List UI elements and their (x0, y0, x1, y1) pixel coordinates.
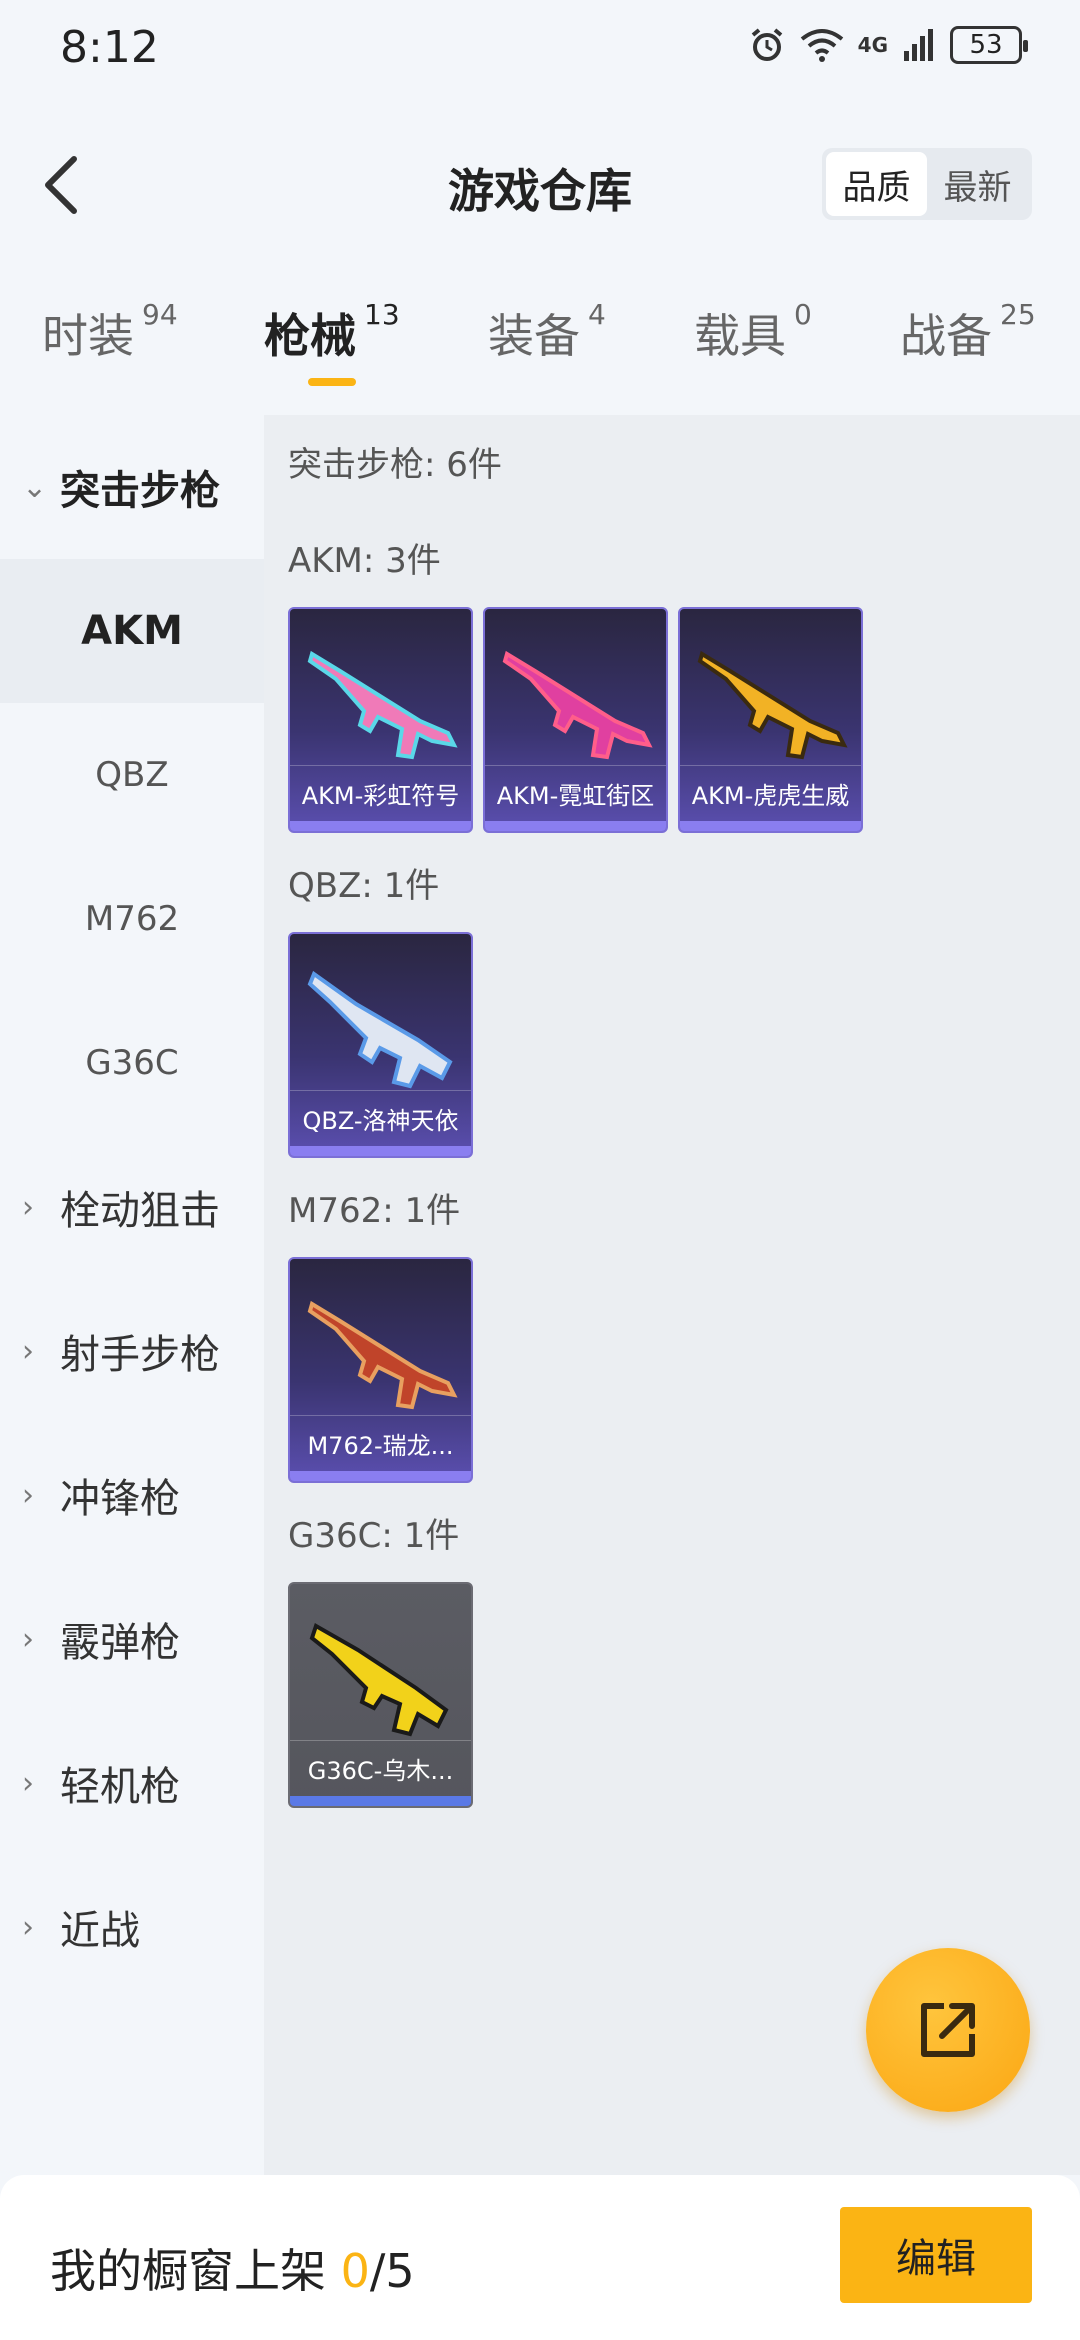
sidebar-category-melee[interactable]: › 近战 (0, 1855, 264, 1999)
rarity-bar (290, 1146, 471, 1156)
rifle-icon (697, 650, 848, 760)
bottom-bar: 我的橱窗上架 0/5 编辑 (0, 2175, 1080, 2340)
weapon-card[interactable]: G36C-乌木... (288, 1582, 473, 1808)
showcase-total: /5 (369, 2244, 415, 2298)
sidebar-category-label: 冲锋枪 (60, 1476, 180, 1522)
status-time: 8:12 (60, 22, 159, 73)
sidebar-item-qbz[interactable]: QBZ (0, 703, 264, 847)
showcase-label: 我的橱窗上架 (50, 2244, 326, 2298)
item-row-qbz: QBZ-洛神天依 (288, 932, 473, 1158)
rarity-bar (290, 821, 471, 831)
weapon-name: G36C-乌木... (290, 1740, 471, 1796)
sidebar-category-label: 突击步枪 (60, 468, 220, 514)
tab-count: 94 (142, 298, 178, 331)
tab-count: 25 (1000, 298, 1036, 331)
chevron-right-icon: › (22, 1765, 34, 1801)
sidebar-category-smg[interactable]: › 冲锋枪 (0, 1423, 264, 1567)
sort-toggle: 品质 最新 (822, 148, 1032, 220)
item-row-m762: M762-瑞龙... (288, 1257, 473, 1483)
active-tab-indicator (308, 378, 356, 386)
sort-quality-button[interactable]: 品质 (826, 152, 927, 216)
battery-indicator: 53 (950, 26, 1028, 64)
tab-firearms[interactable]: 枪械 13 (264, 298, 400, 366)
weapon-card[interactable]: QBZ-洛神天依 (288, 932, 473, 1158)
chevron-right-icon: › (22, 1477, 34, 1513)
alarm-icon (751, 28, 782, 61)
rifle-icon (307, 970, 453, 1089)
rarity-bar (680, 821, 861, 831)
sidebar-category-label: 栓动狙击 (60, 1188, 220, 1234)
rifle-icon (309, 1623, 449, 1737)
group-title-m762: M762: 1件 (288, 1191, 461, 1231)
rifle-icon (307, 1300, 458, 1410)
chevron-right-icon: › (22, 1909, 34, 1945)
tab-count: 13 (364, 298, 400, 331)
chevron-down-icon: ⌄ (22, 469, 48, 505)
sidebar-item-m762[interactable]: M762 (0, 847, 264, 991)
sidebar-category-label: 近战 (60, 1908, 140, 1954)
weapon-list: 突击步枪: 6件 AKM: 3件 AKM-彩虹符号 AKM-霓虹街区 AKM-虎… (264, 415, 1080, 2175)
weapon-name: M762-瑞龙... (290, 1415, 471, 1471)
showcase-count: 0 (340, 2244, 370, 2298)
tab-vehicles[interactable]: 载具 0 (694, 298, 812, 366)
tab-label: 时装 (42, 309, 134, 363)
sidebar-category-label: 轻机枪 (60, 1764, 180, 1810)
tab-label: 装备 (488, 309, 580, 363)
tab-equipment[interactable]: 装备 4 (488, 298, 606, 366)
share-icon (921, 2003, 975, 2057)
weapon-card[interactable]: AKM-虎虎生威 (678, 607, 863, 833)
header: 游戏仓库 品质 最新 (0, 130, 1080, 240)
weapon-name: AKM-彩虹符号 (290, 765, 471, 821)
status-bar: 8:12 4G 53 (0, 0, 1080, 100)
weapon-card[interactable]: AKM-彩虹符号 (288, 607, 473, 833)
sidebar-item-g36c[interactable]: G36C (0, 991, 264, 1135)
chevron-right-icon: › (22, 1189, 34, 1225)
share-button[interactable] (866, 1948, 1030, 2112)
category-summary: 突击步枪: 6件 (288, 445, 502, 485)
group-title-qbz: QBZ: 1件 (288, 866, 440, 906)
chevron-right-icon: › (22, 1621, 34, 1657)
sort-latest-button[interactable]: 最新 (927, 152, 1028, 216)
sidebar-category-label: 霰弹枪 (60, 1620, 180, 1666)
sidebar-item-akm[interactable]: AKM (0, 559, 264, 703)
tab-count: 4 (588, 298, 606, 331)
category-tabs: 时装 94 枪械 13 装备 4 载具 0 战备 25 (0, 298, 1080, 410)
group-title-g36c: G36C: 1件 (288, 1516, 460, 1556)
weapon-card[interactable]: AKM-霓虹街区 (483, 607, 668, 833)
rarity-bar (485, 821, 666, 831)
rarity-bar (290, 1471, 471, 1481)
sidebar-category-shotgun[interactable]: › 霰弹枪 (0, 1567, 264, 1711)
weapon-name: AKM-霓虹街区 (485, 765, 666, 821)
tab-label: 枪械 (264, 309, 356, 363)
sidebar-category-label: 射手步枪 (60, 1332, 220, 1378)
tab-label: 战备 (900, 309, 992, 363)
sidebar-category-bolt-sniper[interactable]: › 栓动狙击 (0, 1135, 264, 1279)
sidebar-category-lmg[interactable]: › 轻机枪 (0, 1711, 264, 1855)
item-row-g36c: G36C-乌木... (288, 1582, 473, 1808)
network-type-label: 4G (857, 33, 888, 57)
tab-count: 0 (794, 298, 812, 331)
edit-button[interactable]: 编辑 (840, 2207, 1032, 2303)
status-icons: 4G 53 (748, 26, 1028, 64)
rifle-icon (502, 650, 653, 760)
category-sidebar: ⌄ 突击步枪 AKM QBZ M762 G36C › 栓动狙击 › 射手步枪 ›… (0, 415, 264, 2175)
tab-label: 载具 (694, 309, 786, 363)
rarity-bar (290, 1796, 471, 1806)
wifi-icon (800, 29, 843, 62)
rifle-icon (307, 650, 458, 760)
tab-supplies[interactable]: 战备 25 (900, 298, 1036, 366)
weapon-name: AKM-虎虎生威 (680, 765, 861, 821)
tab-fashion[interactable]: 时装 94 (42, 298, 178, 366)
weapon-name: QBZ-洛神天依 (290, 1090, 471, 1146)
signal-icon (904, 29, 933, 61)
weapon-card[interactable]: M762-瑞龙... (288, 1257, 473, 1483)
group-title-akm: AKM: 3件 (288, 541, 441, 581)
sidebar-category-assault-rifle[interactable]: ⌄ 突击步枪 (0, 415, 264, 559)
showcase-status: 我的橱窗上架 0/5 (50, 2235, 415, 2301)
item-row-akm: AKM-彩虹符号 AKM-霓虹街区 AKM-虎虎生威 (288, 607, 863, 833)
sidebar-category-marksman-rifle[interactable]: › 射手步枪 (0, 1279, 264, 1423)
chevron-right-icon: › (22, 1333, 34, 1369)
